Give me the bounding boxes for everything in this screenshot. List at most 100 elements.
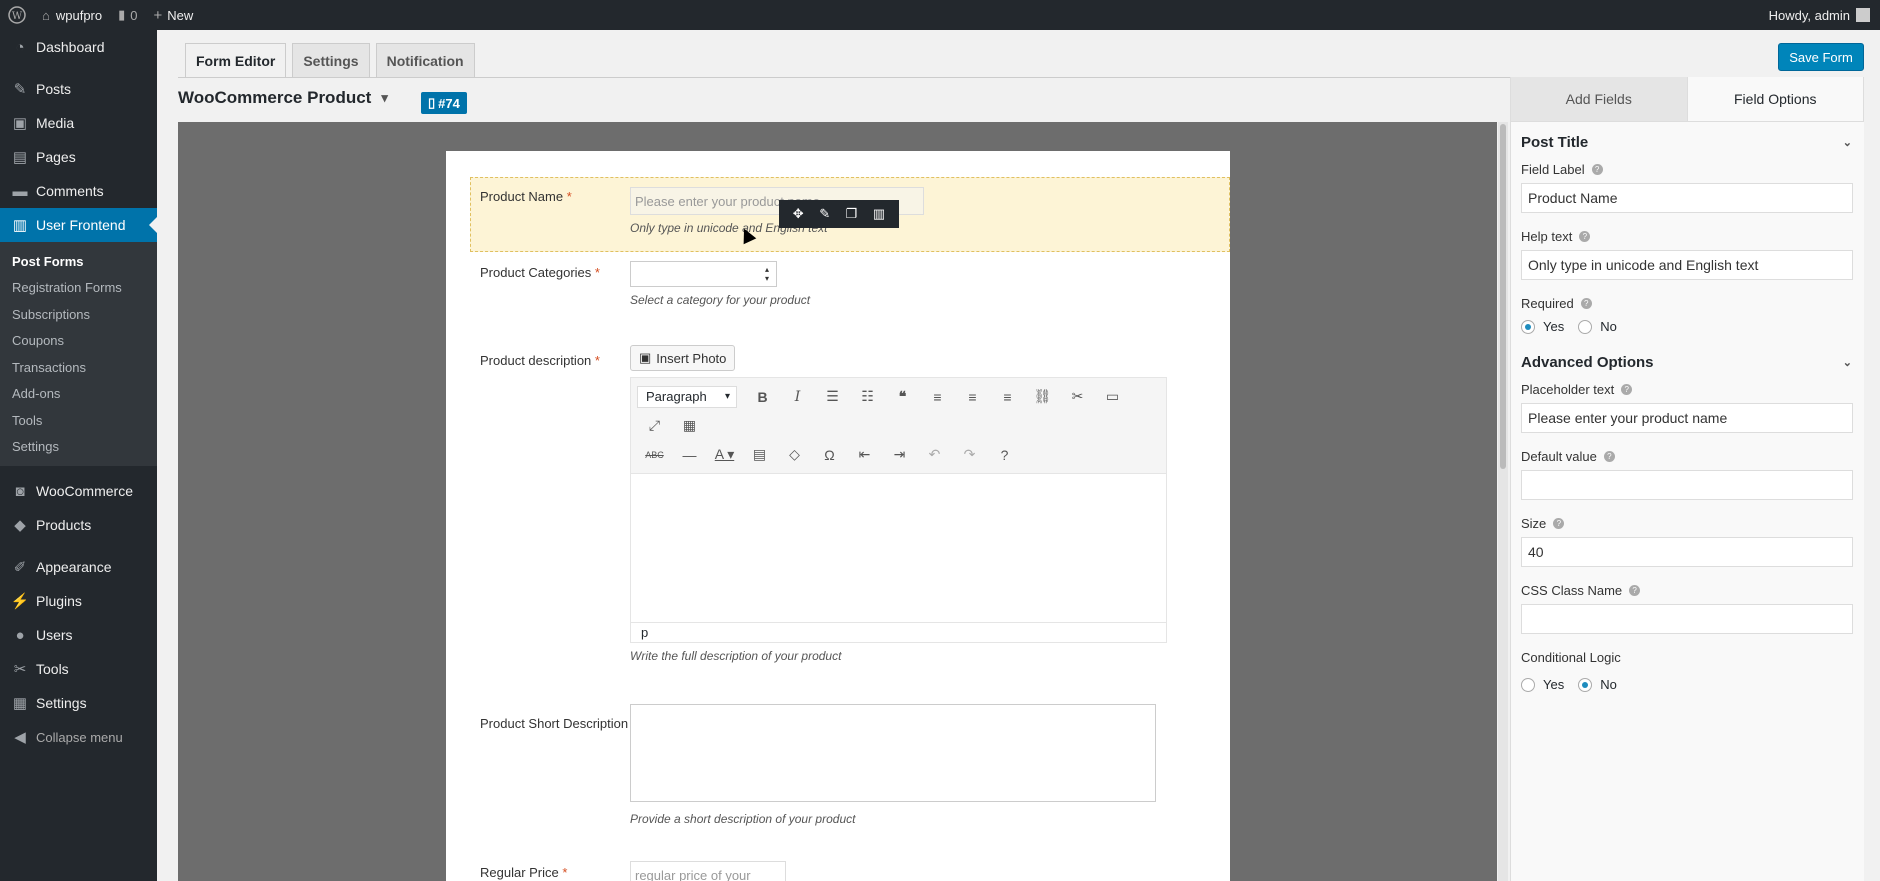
media-icon: ▣ [12, 115, 28, 132]
sidebar-item-collapse-menu[interactable]: ◀ Collapse menu [0, 720, 157, 754]
field-label: Product Name [480, 189, 564, 204]
sidebar-item-settings[interactable]: ▦ Settings [0, 686, 157, 720]
tab-add-fields[interactable]: Add Fields [1511, 77, 1688, 121]
move-icon[interactable]: ✥ [793, 206, 804, 222]
editor-content-area[interactable] [631, 474, 1166, 622]
user-frontend-icon: ▥ [12, 217, 28, 234]
tab-field-options[interactable]: Field Options [1687, 77, 1864, 121]
bold-icon[interactable]: B [745, 389, 780, 405]
redo-icon[interactable]: ↷ [952, 446, 987, 463]
field-label-input[interactable]: Product Name [1521, 183, 1853, 213]
link-icon[interactable]: ⛓ [1025, 388, 1060, 405]
required-marker: * [562, 865, 568, 880]
special-char-icon[interactable]: Ω [812, 447, 847, 463]
blockquote-icon[interactable]: ❝ [885, 388, 920, 405]
wordpress-logo-icon[interactable]: W [0, 0, 34, 30]
submenu-item-registration-forms[interactable]: Registration Forms [0, 275, 157, 302]
field-action-bar: ✥ ✎ ❐ ▥ [779, 200, 899, 228]
form-title[interactable]: WooCommerce Product ▾ [178, 88, 388, 108]
canvas-scrollbar[interactable] [1498, 122, 1508, 881]
help-icon: ? [1579, 231, 1591, 242]
required-yes-radio[interactable] [1521, 319, 1535, 334]
new-content-link[interactable]: + New [146, 0, 202, 30]
submenu-item-tools[interactable]: Tools [0, 407, 157, 434]
tab-settings[interactable]: Settings [292, 43, 370, 77]
align-center-icon[interactable]: ≡ [955, 389, 990, 405]
short-description-textarea[interactable] [630, 704, 1156, 802]
site-name-link[interactable]: ⌂ wpufpro [34, 0, 110, 30]
text-color-icon[interactable]: A ▾ [707, 446, 742, 463]
read-more-icon[interactable]: ▭ [1095, 388, 1130, 405]
pages-icon: ▤ [12, 149, 28, 166]
product-categories-select[interactable] [630, 261, 777, 287]
save-form-button[interactable]: Save Form [1778, 43, 1864, 71]
sidebar-item-tools[interactable]: ✂ Tools [0, 652, 157, 686]
size-input[interactable]: 40 [1521, 537, 1853, 567]
comments-link[interactable]: ▮ 0 [110, 0, 145, 30]
conditional-no-radio[interactable] [1578, 677, 1593, 692]
toolbar-toggle-icon[interactable]: ▦ [672, 417, 707, 434]
submenu-item-transactions[interactable]: Transactions [0, 354, 157, 381]
scrollbar-thumb[interactable] [1500, 124, 1506, 469]
sidebar-item-dashboard[interactable]: ◔ Dashboard [0, 30, 157, 64]
help-text-input[interactable]: Only type in unicode and English text [1521, 250, 1853, 280]
indent-icon[interactable]: ⇥ [882, 446, 917, 463]
editor-tabs: Form Editor Settings Notification [185, 43, 481, 77]
conditional-yes-radio[interactable] [1521, 677, 1535, 692]
default-value-label: Default value [1521, 449, 1597, 464]
tab-form-editor[interactable]: Form Editor [185, 43, 287, 77]
numbered-list-icon[interactable]: ☷ [850, 388, 885, 405]
paste-text-icon[interactable]: ▤ [742, 446, 777, 463]
tab-notification[interactable]: Notification [375, 43, 475, 77]
sidebar-item-media[interactable]: ▣ Media [0, 106, 157, 140]
fullscreen-icon[interactable]: ⤢ [637, 417, 672, 434]
unlink-icon[interactable]: ✂ [1060, 388, 1095, 405]
align-left-icon[interactable]: ≡ [920, 389, 955, 405]
tabs-divider [178, 77, 1510, 78]
field-label: Product description [480, 353, 592, 368]
help-icon[interactable]: ? [987, 447, 1022, 463]
strikethrough-icon[interactable]: ABC [637, 450, 672, 460]
horizontal-line-icon[interactable]: — [672, 447, 707, 463]
section-advanced-options[interactable]: Advanced Options ⌄ [1511, 342, 1864, 382]
edit-icon[interactable]: ✎ [819, 206, 830, 222]
help-text: Write the full description of your produ… [630, 649, 842, 663]
section-post-title[interactable]: Post Title ⌄ [1511, 122, 1864, 162]
form-id-badge[interactable]: ▯ #74 [421, 92, 467, 114]
submenu-item-subscriptions[interactable]: Subscriptions [0, 301, 157, 328]
sidebar-item-posts[interactable]: ✎ Posts [0, 72, 157, 106]
sidebar-item-appearance[interactable]: ✐ Appearance [0, 550, 157, 584]
regular-price-input[interactable]: regular price of your [630, 861, 786, 881]
submenu-item-post-forms[interactable]: Post Forms [0, 248, 157, 275]
trash-icon[interactable]: ▥ [873, 206, 885, 222]
placeholder-text-input[interactable]: Please enter your product name [1521, 403, 1853, 433]
sidebar-item-pages[interactable]: ▤ Pages [0, 140, 157, 174]
admin-bar: W ⌂ wpufpro ▮ 0 + New Howdy, admin [0, 0, 1880, 30]
italic-icon[interactable]: I [780, 389, 815, 405]
sidebar-item-user-frontend[interactable]: ▥ User Frontend [0, 208, 157, 242]
duplicate-icon[interactable]: ❐ [846, 206, 858, 222]
sidebar-item-products[interactable]: ◆ Products [0, 508, 157, 542]
required-no-radio[interactable] [1578, 319, 1593, 334]
outdent-icon[interactable]: ⇤ [847, 446, 882, 463]
css-class-input[interactable] [1521, 604, 1853, 634]
submenu-item-settings[interactable]: Settings [0, 434, 157, 461]
insert-photo-button[interactable]: ▣ Insert Photo [630, 345, 736, 371]
submenu-item-add-ons[interactable]: Add-ons [0, 381, 157, 408]
account-menu[interactable]: Howdy, admin [1761, 0, 1880, 30]
help-icon: ? [1580, 298, 1592, 309]
sidebar-item-plugins[interactable]: ⚡ Plugins [0, 584, 157, 618]
align-right-icon[interactable]: ≡ [990, 389, 1025, 405]
field-label-label: Field Label [1521, 162, 1585, 177]
home-icon: ⌂ [42, 7, 50, 23]
bullet-list-icon[interactable]: ☰ [815, 388, 850, 405]
submenu-item-coupons[interactable]: Coupons [0, 328, 157, 355]
collapse-icon: ◀ [14, 729, 26, 746]
default-value-input[interactable] [1521, 470, 1853, 500]
sidebar-item-woocommerce[interactable]: ◙ WooCommerce [0, 474, 157, 508]
clear-format-icon[interactable]: ◇ [777, 446, 812, 463]
sidebar-item-users[interactable]: ● Users [0, 618, 157, 652]
sidebar-item-comments[interactable]: ▬ Comments [0, 174, 157, 208]
undo-icon[interactable]: ↶ [917, 446, 952, 463]
paragraph-format-select[interactable]: Paragraph [637, 385, 737, 408]
